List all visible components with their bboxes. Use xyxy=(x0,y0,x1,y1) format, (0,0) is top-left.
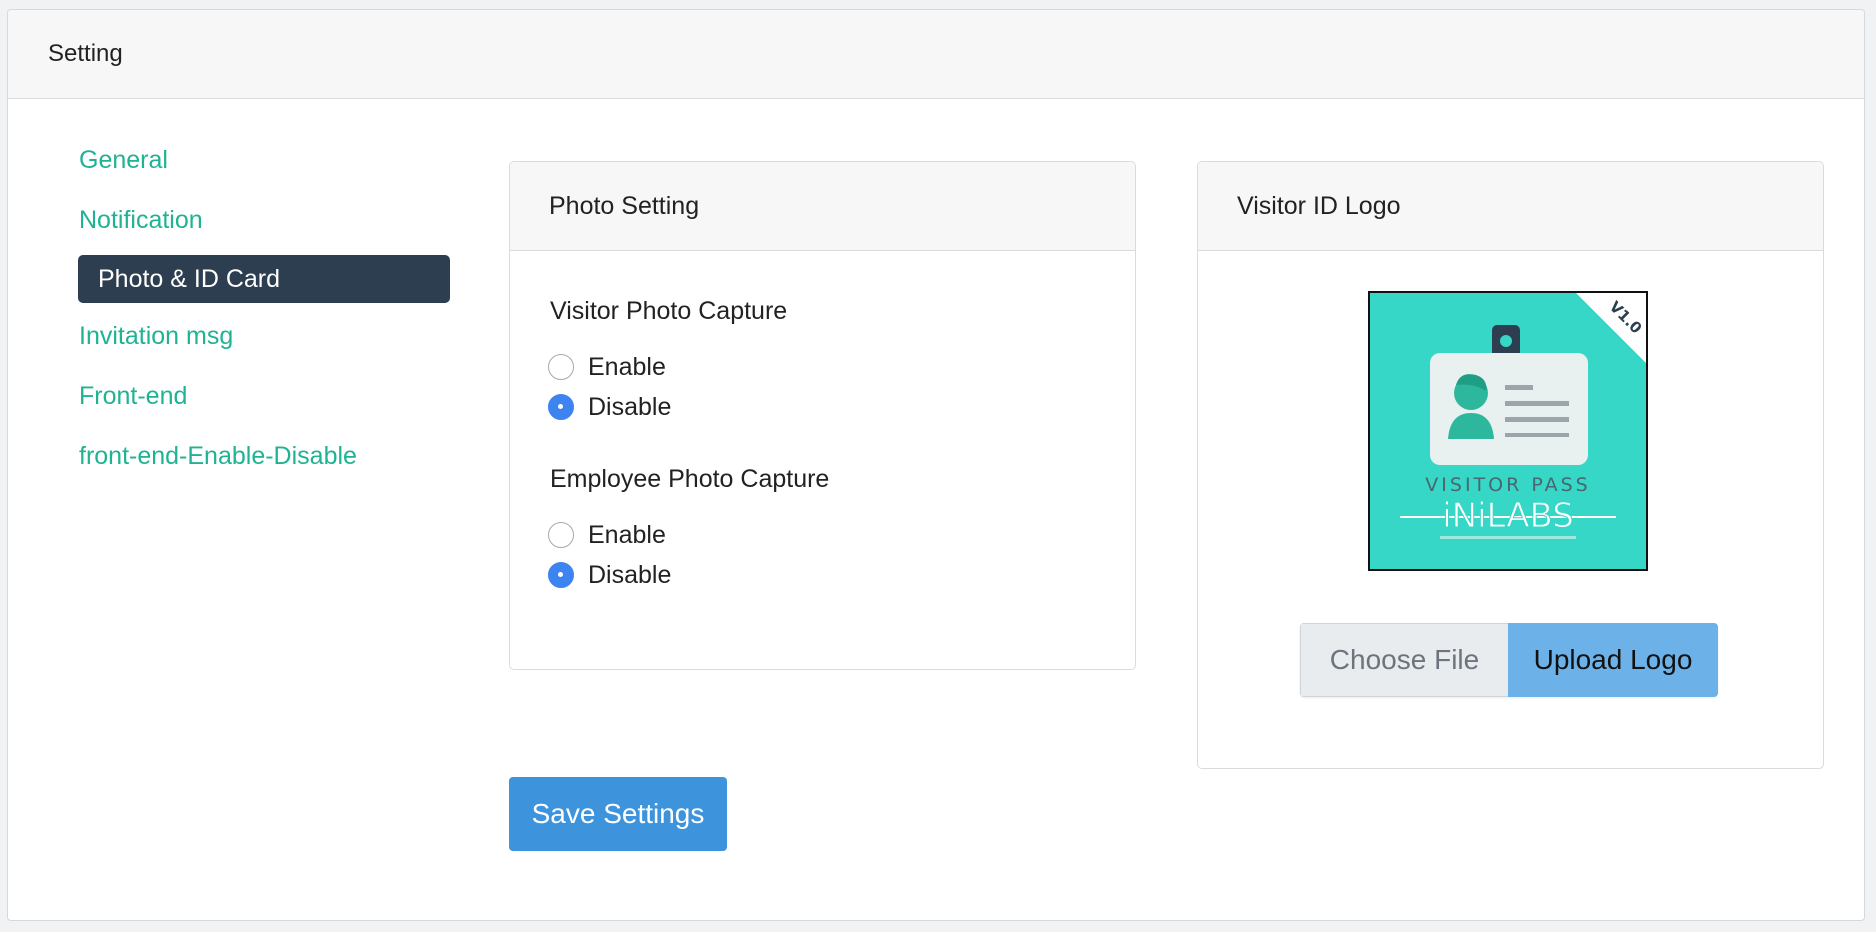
visitor-photo-disable-option[interactable]: Disable xyxy=(548,391,671,423)
page-title: Setting xyxy=(48,40,123,67)
logo-text: VISITOR PASS xyxy=(1425,474,1590,496)
save-settings-button[interactable]: Save Settings xyxy=(509,777,727,851)
nav-item-invitation-msg[interactable]: Invitation msg xyxy=(79,322,233,351)
photo-setting-title: Photo Setting xyxy=(549,191,700,220)
employee-photo-capture-label: Employee Photo Capture xyxy=(550,465,830,493)
settings-card: Setting General Notification Photo & ID … xyxy=(7,9,1865,921)
visitor-photo-enable-radio[interactable] xyxy=(548,354,574,380)
card-header: Setting xyxy=(8,10,1864,99)
id-card-logo-icon: V1.0 VISITOR PASS iNiLABS xyxy=(1370,293,1646,569)
radio-label: Enable xyxy=(588,520,666,549)
upload-logo-button[interactable]: Upload Logo xyxy=(1508,623,1718,697)
visitor-id-logo-title: Visitor ID Logo xyxy=(1237,191,1401,220)
employee-photo-enable-option[interactable]: Enable xyxy=(548,519,666,551)
visitor-logo-image: V1.0 VISITOR PASS iNiLABS xyxy=(1368,291,1648,571)
radio-label: Enable xyxy=(588,352,666,381)
nav-item-notification[interactable]: Notification xyxy=(79,206,203,235)
nav-item-front-end-enable-disable[interactable]: front-end-Enable-Disable xyxy=(79,442,357,471)
visitor-id-logo-header: Visitor ID Logo xyxy=(1198,162,1823,251)
nav-item-general[interactable]: General xyxy=(79,146,168,175)
svg-text:iNiLABS: iNiLABS xyxy=(1442,496,1574,536)
choose-file-button[interactable]: Choose File xyxy=(1300,623,1508,697)
nav-item-photo-id-card[interactable]: Photo & ID Card xyxy=(78,255,450,303)
employee-photo-disable-radio[interactable] xyxy=(548,562,574,588)
nav-item-front-end[interactable]: Front-end xyxy=(79,382,187,411)
logo-file-input-group: Choose File Upload Logo xyxy=(1300,623,1718,697)
employee-photo-disable-option[interactable]: Disable xyxy=(548,559,671,591)
employee-photo-enable-radio[interactable] xyxy=(548,522,574,548)
visitor-photo-disable-radio[interactable] xyxy=(548,394,574,420)
visitor-photo-enable-option[interactable]: Enable xyxy=(548,351,666,383)
visitor-id-logo-panel: Visitor ID Logo V1.0 VISITOR PASS iNiLAB… xyxy=(1197,161,1824,769)
photo-setting-header: Photo Setting xyxy=(510,162,1135,251)
radio-label: Disable xyxy=(588,560,672,589)
radio-label: Disable xyxy=(588,392,672,421)
photo-setting-panel: Photo Setting Visitor Photo Capture Enab… xyxy=(509,161,1136,670)
visitor-photo-capture-label: Visitor Photo Capture xyxy=(550,297,788,325)
